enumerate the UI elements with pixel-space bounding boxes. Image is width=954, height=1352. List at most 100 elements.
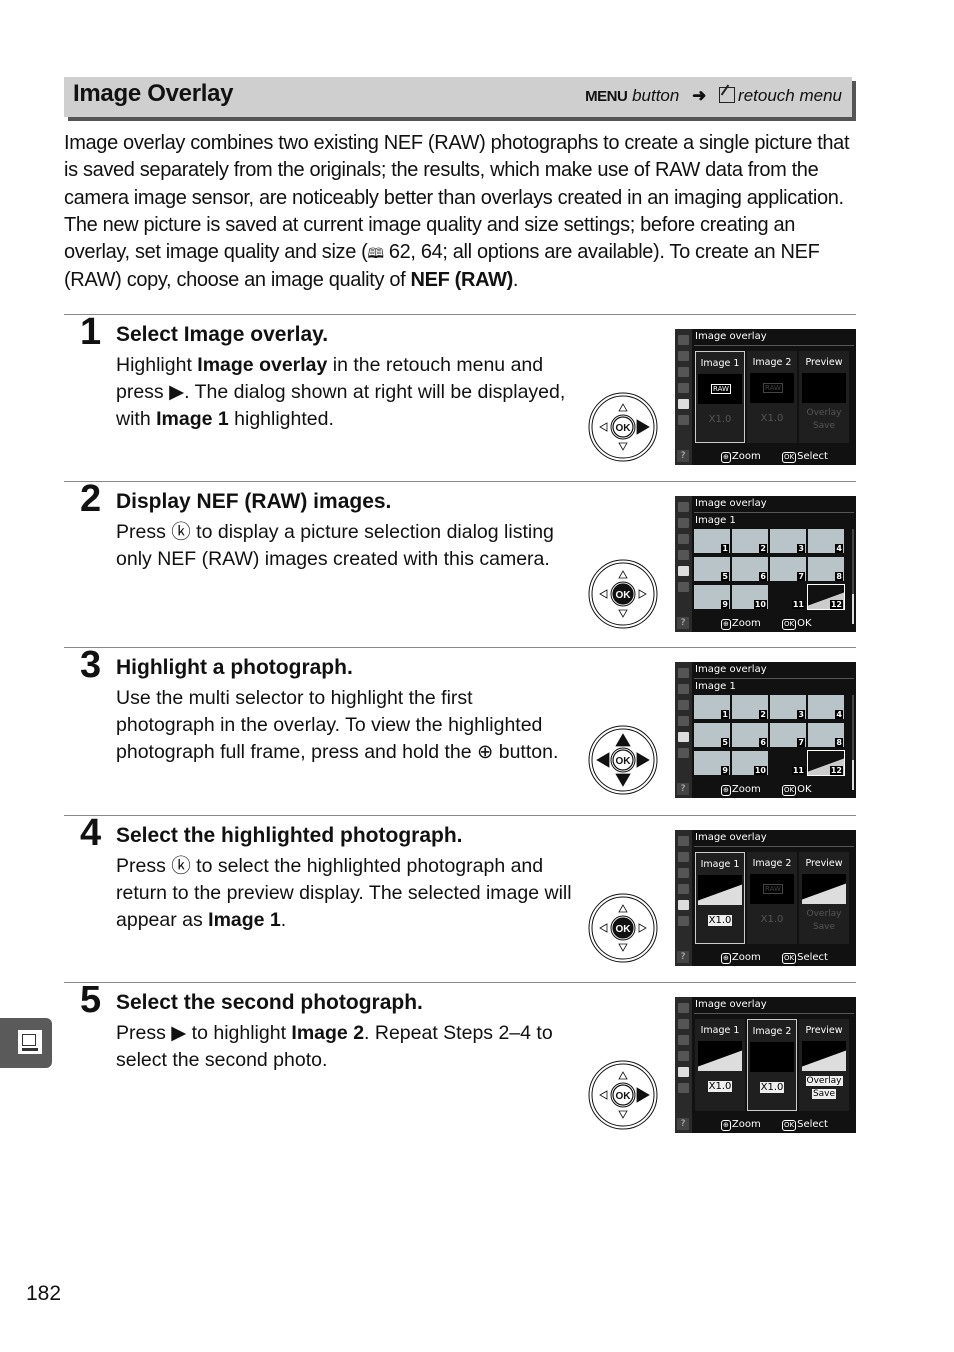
thumbnail[interactable]: 6	[732, 557, 768, 581]
lcd-title: Image overlay	[695, 999, 767, 1010]
image1-gain[interactable]: X1.0	[696, 915, 744, 926]
step-4: 4 Select the highlighted photograph. Pre…	[64, 813, 856, 976]
thumbnail-number: 6	[759, 572, 767, 581]
thumbnail[interactable]: 1	[694, 695, 730, 719]
image1-preview: RAW	[698, 374, 742, 404]
image2-gain[interactable]: X1.0	[747, 914, 797, 925]
camera-lcd-screenshot: ? Image overlay Image 1 X1.0 Image 2 RAW …	[675, 830, 856, 966]
thumbnail[interactable]: 9	[694, 751, 730, 775]
gain-value: X1.0	[708, 414, 732, 425]
preview-panel[interactable]: Preview Overlay Save	[799, 852, 849, 944]
image2-label: Image 2	[752, 1026, 792, 1037]
thumbnail-number: 4	[835, 544, 843, 553]
retouch-chapter-tab	[0, 1018, 52, 1068]
left-arrow-icon	[599, 422, 608, 432]
thumbnail[interactable]: 2	[732, 695, 768, 719]
image1-panel[interactable]: Image 1 X1.0	[695, 852, 745, 944]
step-5: 5 Select the second photograph. Press ▶ …	[64, 980, 856, 1143]
custom-settings-icon	[678, 700, 689, 710]
preview-panel[interactable]: Preview Overlay Save	[799, 351, 849, 443]
thumbnail[interactable]: 1	[694, 529, 730, 553]
lcd-title: Image overlay	[695, 832, 767, 843]
image2-gain[interactable]: X1.0	[747, 413, 797, 424]
thumbnail-number: 1	[721, 710, 729, 719]
retouch-menu-icon	[678, 566, 689, 576]
overlay-save-option[interactable]: Overlay Save	[799, 407, 849, 433]
thumbnail[interactable]: 4	[808, 529, 844, 553]
thumbnail[interactable]: 12	[807, 584, 845, 610]
select-hint: OK Select	[782, 451, 828, 463]
step-body-text: Use the multi selector to highlight the …	[116, 687, 559, 763]
image2-label: Image 2	[752, 357, 792, 368]
left-arrow-icon	[599, 1090, 608, 1100]
shooting-menu-icon	[678, 852, 689, 862]
overlay-save-option[interactable]: Overlay Save	[799, 1075, 849, 1101]
help-icon: ?	[677, 617, 689, 629]
preview-label: Preview	[805, 858, 843, 869]
shooting-menu-icon	[678, 1019, 689, 1029]
thumbnail-number: 3	[797, 544, 805, 553]
preview-panel[interactable]: Preview Overlay Save	[799, 1019, 849, 1111]
thumbnail[interactable]: 3	[770, 695, 806, 719]
step-body-text: .	[280, 909, 287, 931]
lcd-menu-tabs: ?	[675, 997, 692, 1133]
zoom-hint: ⊕ Zoom	[721, 784, 761, 796]
image1-gain[interactable]: X1.0	[696, 414, 744, 425]
thumbnail[interactable]: 5	[694, 723, 730, 747]
down-arrow-icon	[615, 773, 631, 787]
left-arrow-icon	[596, 752, 610, 768]
thumbnail[interactable]: 7	[770, 557, 806, 581]
thumbnail[interactable]: 11	[770, 751, 806, 775]
thumbnail[interactable]: 10	[732, 585, 768, 609]
thumbnail[interactable]: 11	[770, 585, 806, 609]
zoom-label: Zoom	[731, 618, 761, 629]
thumbnail[interactable]: 4	[808, 695, 844, 719]
thumbnail[interactable]: 2	[732, 529, 768, 553]
step-heading-text: Select the second photograph.	[116, 991, 423, 1014]
scrollbar[interactable]	[852, 529, 854, 624]
thumbnail[interactable]: 7	[770, 723, 806, 747]
image2-panel[interactable]: Image 2 X1.0	[747, 1019, 797, 1111]
image1-panel[interactable]: Image 1 X1.0	[695, 1019, 745, 1111]
camera-lcd-screenshot: ? Image overlay Image 1 RAW X1.0 Image 2 …	[675, 329, 856, 465]
button-word: button	[632, 86, 680, 105]
up-arrow-icon	[618, 403, 628, 412]
ok-label: OK	[797, 784, 812, 795]
thumbnail[interactable]: 8	[808, 557, 844, 581]
step-body-text: Press ⓚ to select the highlighted photog…	[116, 855, 572, 931]
step-body-text: Highlight	[116, 354, 198, 376]
thumbnail[interactable]: 8	[808, 723, 844, 747]
zoom-button-icon: ⊕	[721, 452, 731, 463]
thumbnail[interactable]: 12	[807, 750, 845, 776]
thumbnail[interactable]: 6	[732, 723, 768, 747]
retouch-menu-icon	[678, 900, 689, 910]
thumbnail[interactable]: 5	[694, 557, 730, 581]
image1-panel[interactable]: Image 1 RAW X1.0	[695, 351, 745, 443]
image1-gain[interactable]: X1.0	[695, 1081, 745, 1092]
thumbnail[interactable]: 3	[770, 529, 806, 553]
gain-value: X1.0	[760, 914, 784, 925]
image1-label: Image 1	[700, 358, 740, 369]
zoom-hint: ⊕ Zoom	[721, 618, 761, 630]
image2-panel[interactable]: Image 2 RAW X1.0	[747, 852, 797, 944]
multi-selector-diagram: OK	[588, 392, 658, 462]
playback-menu-icon	[678, 502, 689, 512]
overlay-save-option[interactable]: Overlay Save	[799, 908, 849, 934]
scrollbar[interactable]	[852, 695, 854, 790]
thumbnail[interactable]: 9	[694, 585, 730, 609]
thumbnail-number: 2	[759, 544, 767, 553]
image2-preview	[750, 1042, 794, 1072]
help-icon: ?	[677, 1118, 689, 1130]
lcd-footer: ⊕ Zoom OK Select	[694, 952, 856, 964]
setup-menu-icon	[678, 550, 689, 560]
select-hint: OK Select	[782, 1119, 828, 1131]
image2-panel[interactable]: Image 2 RAW X1.0	[747, 351, 797, 443]
step-heading-text: Highlight a photograph.	[116, 656, 353, 679]
image1-label: Image 1	[700, 1025, 740, 1036]
playback-menu-icon	[678, 668, 689, 678]
step-body-bold: Image 1	[208, 909, 281, 931]
image2-gain[interactable]: X1.0	[748, 1082, 796, 1093]
thumbnail[interactable]: 10	[732, 751, 768, 775]
lcd-menu-tabs: ?	[675, 329, 692, 465]
svg-text:OK: OK	[616, 423, 632, 434]
